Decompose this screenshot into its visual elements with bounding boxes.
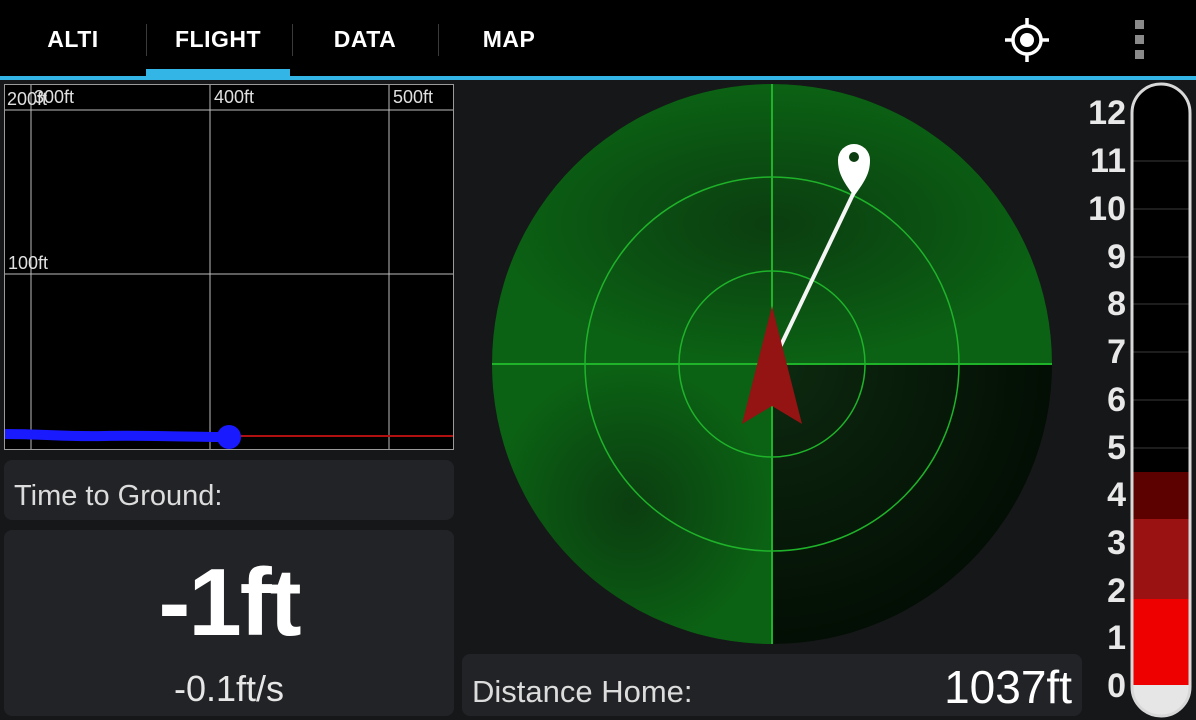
scale-label: 10 xyxy=(1088,190,1126,228)
tab-label: FLIGHT xyxy=(174,25,262,52)
distance-home-value: 1037ft xyxy=(944,661,1072,713)
scale-label: 4 xyxy=(1107,476,1126,514)
scale-label: 8 xyxy=(1107,285,1126,323)
tab-alti[interactable]: ALTI xyxy=(0,0,146,78)
action-bar-divider xyxy=(0,76,1196,80)
scale-label: 5 xyxy=(1107,429,1126,467)
action-bar: ALTI FLIGHT DATA MAP xyxy=(0,0,1196,80)
tab-flight[interactable]: FLIGHT xyxy=(146,0,290,78)
distance-home-label: Distance Home: xyxy=(472,674,693,709)
scale-label: 6 xyxy=(1107,381,1126,419)
vertical-speed-value: -0.1ft/s xyxy=(173,668,285,709)
grid-label: 300ft xyxy=(34,87,75,107)
time-to-ground-label: Time to Ground: xyxy=(14,480,223,512)
tab-label: MAP xyxy=(482,25,536,52)
scale-label: 2 xyxy=(1107,572,1126,610)
altitude-value: -1ft xyxy=(158,549,301,656)
altitude-track xyxy=(5,429,235,442)
tab-label: DATA xyxy=(333,25,397,52)
tab-data[interactable]: DATA xyxy=(292,0,438,78)
scale-label: 12 xyxy=(1088,94,1126,132)
radar-display xyxy=(490,84,1054,653)
tab-label: ALTI xyxy=(47,25,99,52)
crosshair-icon[interactable] xyxy=(1004,17,1050,63)
grid-label: 100ft xyxy=(8,253,49,273)
scale-label: 0 xyxy=(1107,667,1126,705)
overflow-menu-icon[interactable] xyxy=(1128,18,1152,62)
scale-label: 3 xyxy=(1107,524,1126,562)
scale-label: 1 xyxy=(1107,619,1126,657)
grid-label: 400ft xyxy=(214,87,255,107)
scale-label: 9 xyxy=(1107,238,1126,276)
scale-label: 7 xyxy=(1107,333,1126,371)
altitude-tube xyxy=(1128,82,1194,720)
tab-map[interactable]: MAP xyxy=(438,0,580,78)
grid-label: 500ft xyxy=(393,87,434,107)
scale-label: 11 xyxy=(1090,142,1126,180)
current-position-marker xyxy=(217,425,241,449)
altitude-graph: 200ft 300ft 400ft 500ft 100ft xyxy=(4,84,454,450)
